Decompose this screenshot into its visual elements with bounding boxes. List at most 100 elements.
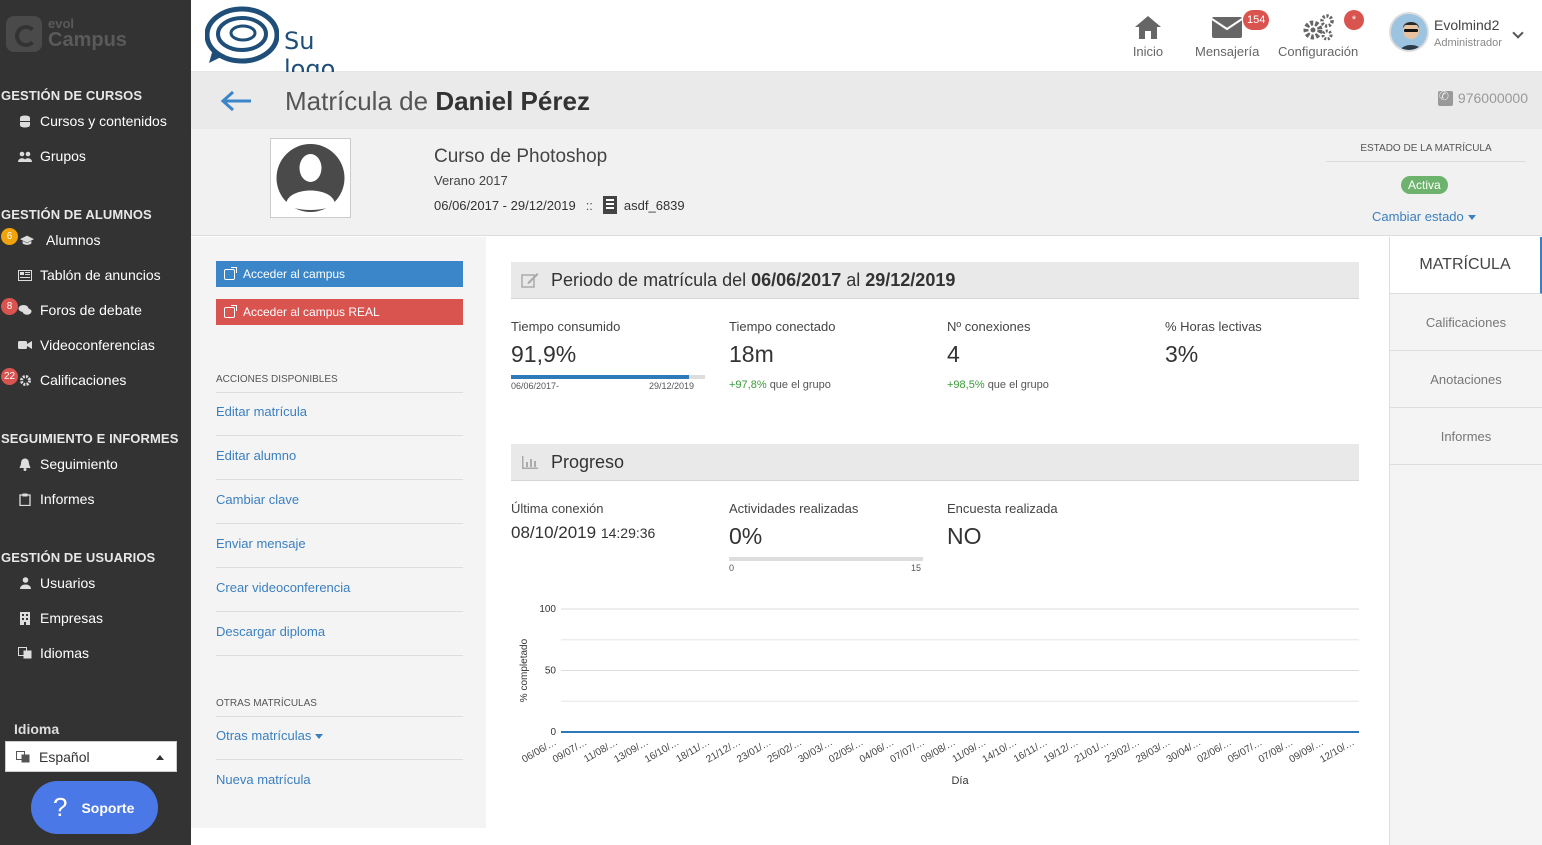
sidebar-item-label: Grupos — [40, 148, 86, 164]
stat-actividades: Actividades realizadas 0% — [729, 501, 929, 550]
course-dates: 06/06/2017 - 29/12/2019 — [434, 197, 576, 213]
sidebar-item-seguimiento[interactable]: Seguimiento — [18, 453, 118, 475]
periodo-start: 06/06/2017 — [751, 269, 842, 290]
section-title-alumnos: GESTIÓN DE ALUMNOS — [1, 207, 152, 222]
user-menu[interactable]: Evolmind2 Administrador — [1389, 12, 1534, 56]
stat-value: 18m — [729, 341, 774, 367]
stat-label: Tiempo consumido — [511, 319, 621, 334]
users-icon — [18, 149, 32, 163]
building-icon — [18, 611, 32, 625]
x-tick-label: 28/03/… — [1134, 737, 1172, 765]
x-tick-label: 09/08/… — [919, 737, 957, 765]
x-tick-label: 13/09/… — [612, 737, 650, 765]
other-enrollments-dropdown[interactable]: Otras matrículas — [216, 716, 463, 760]
sidebar-item-grupos[interactable]: Grupos — [18, 145, 86, 167]
question-icon: ? — [53, 792, 68, 822]
tab-informes[interactable]: Informes — [1390, 408, 1542, 465]
student-photo — [270, 138, 351, 218]
stat-horas-lectivas: % Horas lectivas 3% — [1165, 319, 1365, 368]
avatar — [1389, 12, 1429, 52]
bar-end-label: 29/12/2019 — [649, 381, 695, 391]
graduation-cap-icon — [20, 233, 34, 247]
home-icon — [1131, 12, 1165, 42]
stat-value: 4 — [947, 341, 960, 367]
create-videoconference-link[interactable]: Crear videoconferencia — [216, 568, 463, 612]
user-role: Administrador — [1434, 37, 1502, 49]
section-title-cursos: GESTIÓN DE CURSOS — [1, 88, 143, 103]
sidebar-item-tablon[interactable]: Tablón de anuncios — [18, 264, 161, 286]
activities-max-label: 15 — [911, 563, 922, 573]
edit-enrollment-link[interactable]: Editar matrícula — [216, 392, 463, 436]
language-select[interactable]: Español — [5, 741, 177, 772]
language-select-value: Español — [39, 748, 90, 765]
nav-label: Configuración — [1278, 44, 1359, 59]
group-code: asdf_6839 — [623, 197, 685, 213]
comparison-value: +97,8% — [729, 379, 767, 391]
stat-conexiones: Nº conexiones 4 +98,5% que el grupo — [947, 319, 1147, 391]
x-axis-label: Día — [951, 775, 969, 787]
sidebar-item-informes[interactable]: Informes — [18, 488, 94, 510]
title-bar: Matrícula de Daniel Pérez 976000000 — [191, 72, 1542, 129]
sidebar-item-label: Informes — [40, 491, 95, 507]
comparison-value: +98,5% — [947, 379, 985, 391]
access-campus-real-button[interactable]: Acceder al campus REAL — [216, 299, 463, 325]
clipboard-icon — [18, 492, 32, 506]
tab-calificaciones[interactable]: Calificaciones — [1390, 294, 1542, 351]
x-tick-label: 09/09/… — [1288, 737, 1326, 765]
phone-icon — [1437, 89, 1453, 106]
actions-panel: Acceder al campus Acceder al campus REAL… — [191, 237, 486, 828]
activities-bar — [729, 557, 923, 561]
periodo-mid: al — [846, 269, 861, 290]
download-diploma-link[interactable]: Descargar diploma — [216, 612, 463, 656]
last-connection-value: 08/10/2019 14:29:36 — [511, 523, 721, 543]
section-title-seguimiento: SEGUIMIENTO E INFORMES — [1, 431, 179, 446]
x-tick-label: 16/10/… — [643, 737, 681, 765]
building-icon — [602, 196, 617, 214]
badge-configuracion: * — [1344, 10, 1364, 30]
sidebar-item-label: Foros de debate — [40, 302, 142, 318]
progress-chart: 05010006/06/…09/07/…11/08/…13/09/…16/10/… — [519, 604, 1359, 787]
stat-label: % Horas lectivas — [1165, 319, 1262, 334]
sidebar-item-idiomas[interactable]: Idiomas — [18, 642, 89, 664]
tab-matricula[interactable]: MATRÍCULA — [1390, 237, 1542, 294]
sidebar-item-cursos[interactable]: Cursos y contenidos — [18, 110, 167, 132]
user-name: Evolmind2 — [1434, 17, 1500, 33]
x-tick-label: 23/01/… — [735, 737, 773, 765]
stat-label: Última conexión — [511, 501, 604, 516]
x-tick-label: 12/10/… — [1318, 737, 1356, 765]
sidebar-item-label: Cursos y contenidos — [40, 113, 167, 129]
access-campus-button[interactable]: Acceder al campus — [216, 261, 463, 287]
new-enrollment-link[interactable]: Nueva matrícula — [216, 760, 463, 804]
edit-student-link[interactable]: Editar alumno — [216, 436, 463, 480]
sidebar-item-empresas[interactable]: Empresas — [18, 607, 103, 629]
course-dates-row: 06/06/2017 - 29/12/2019 :: asdf_6839 — [434, 196, 685, 214]
change-password-link[interactable]: Cambiar clave — [216, 480, 463, 524]
send-message-link[interactable]: Enviar mensaje — [216, 524, 463, 568]
video-camera-icon — [18, 338, 32, 352]
support-label: Soporte — [81, 799, 135, 816]
tab-anotaciones[interactable]: Anotaciones — [1390, 351, 1542, 408]
stat-tiempo-consumido: Tiempo consumido 91,9% — [511, 319, 711, 368]
back-arrow-icon[interactable] — [221, 90, 253, 112]
periodo-prefix: Periodo de matrícula del — [551, 269, 747, 290]
x-tick-label: 07/08/… — [1257, 737, 1295, 765]
x-tick-label: 25/02/… — [766, 737, 804, 765]
sidebar-item-usuarios[interactable]: Usuarios — [18, 572, 95, 594]
support-button[interactable]: ? Soporte — [31, 781, 158, 834]
periodo-end: 29/12/2019 — [865, 269, 956, 290]
sidebar-item-videoconferencias[interactable]: Videoconferencias — [18, 334, 155, 356]
nav-label: Mensajería — [1195, 44, 1260, 59]
course-name: Curso de Photoshop — [434, 146, 608, 167]
time-consumed-bar — [511, 375, 705, 379]
periodo-section-header: Periodo de matrícula del 06/06/2017 al 2… — [511, 262, 1359, 299]
nav-inicio[interactable]: Inicio — [1131, 12, 1165, 59]
caret-up-icon — [156, 755, 164, 760]
change-status-dropdown[interactable]: Cambiar estado — [1372, 209, 1476, 224]
badge-foros: 8 — [1, 298, 18, 315]
sidebar-item-alumnos[interactable]: Alumnos — [18, 229, 100, 251]
sidebar-item-foros[interactable]: Foros de debate — [18, 299, 142, 321]
badge-alumnos: 6 — [1, 228, 18, 245]
brand-logo[interactable]: evol Campus — [6, 14, 146, 54]
sidebar-item-calificaciones[interactable]: Calificaciones — [18, 369, 126, 391]
site-logo[interactable]: Su logo — [205, 5, 365, 83]
